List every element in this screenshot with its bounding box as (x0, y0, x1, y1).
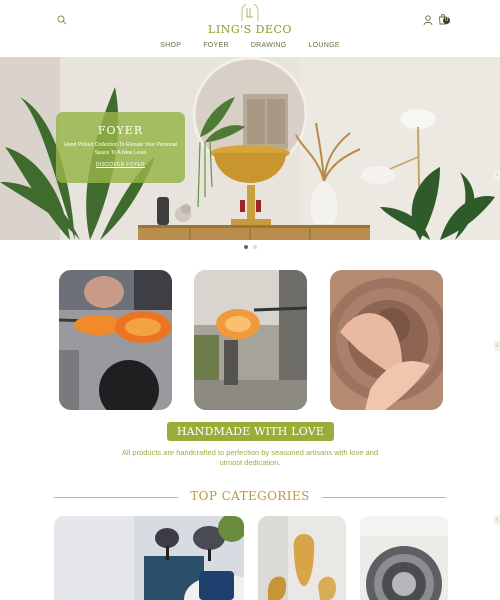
hero-title: FOYER (97, 124, 144, 137)
hero-banner: FOYER Hand Picked Collection To Elevate … (0, 57, 500, 240)
search-icon[interactable] (56, 13, 68, 25)
divider (322, 497, 446, 498)
discover-foyer-link[interactable]: DISCOVER FOYER (56, 162, 185, 168)
bag-icon[interactable]: 0 (437, 12, 451, 26)
nav-item-lounge[interactable]: LOUNGE (308, 42, 339, 54)
glassblowing-image (59, 270, 172, 410)
user-icon[interactable] (422, 13, 434, 26)
site-header: LING'S DECO 0 SHOP FOYER DRAWING LOUNGE (0, 0, 500, 57)
divider (54, 497, 178, 498)
slider-dot[interactable] (243, 245, 248, 249)
monogram-icon (238, 2, 262, 22)
cart-count-badge: 0 (443, 17, 450, 24)
logo-text: LING'S DECO (208, 23, 292, 36)
handmade-description: All products are handcrafted to perfecti… (122, 448, 378, 467)
category-card[interactable] (360, 516, 448, 600)
hero-subtitle: Hand Picked Collection To Elevate Your P… (64, 142, 177, 156)
nav-item-foyer[interactable]: FOYER (203, 42, 229, 54)
pottery-wheel-image (330, 270, 443, 410)
chevron-left-icon[interactable]: ‹ (494, 170, 500, 180)
main-nav: SHOP FOYER DRAWING LOUNGE (0, 42, 500, 54)
nav-item-drawing[interactable]: DRAWING (251, 42, 287, 54)
category-card[interactable] (258, 516, 346, 600)
slider-dots (0, 245, 500, 251)
chevron-left-icon[interactable]: ‹ (494, 515, 500, 525)
chevron-left-icon[interactable]: ‹ (494, 341, 500, 351)
handmade-heading: HANDMADE WITH LOVE (167, 422, 334, 441)
top-categories-heading: TOP CATEGORIES (190, 489, 310, 503)
hero-card: FOYER Hand Picked Collection To Elevate … (56, 112, 185, 183)
slider-dot[interactable] (252, 245, 257, 249)
site-logo[interactable]: LING'S DECO (200, 2, 300, 40)
glass-workshop-image (194, 270, 307, 410)
category-card[interactable] (54, 516, 244, 600)
nav-item-shop[interactable]: SHOP (160, 42, 181, 54)
